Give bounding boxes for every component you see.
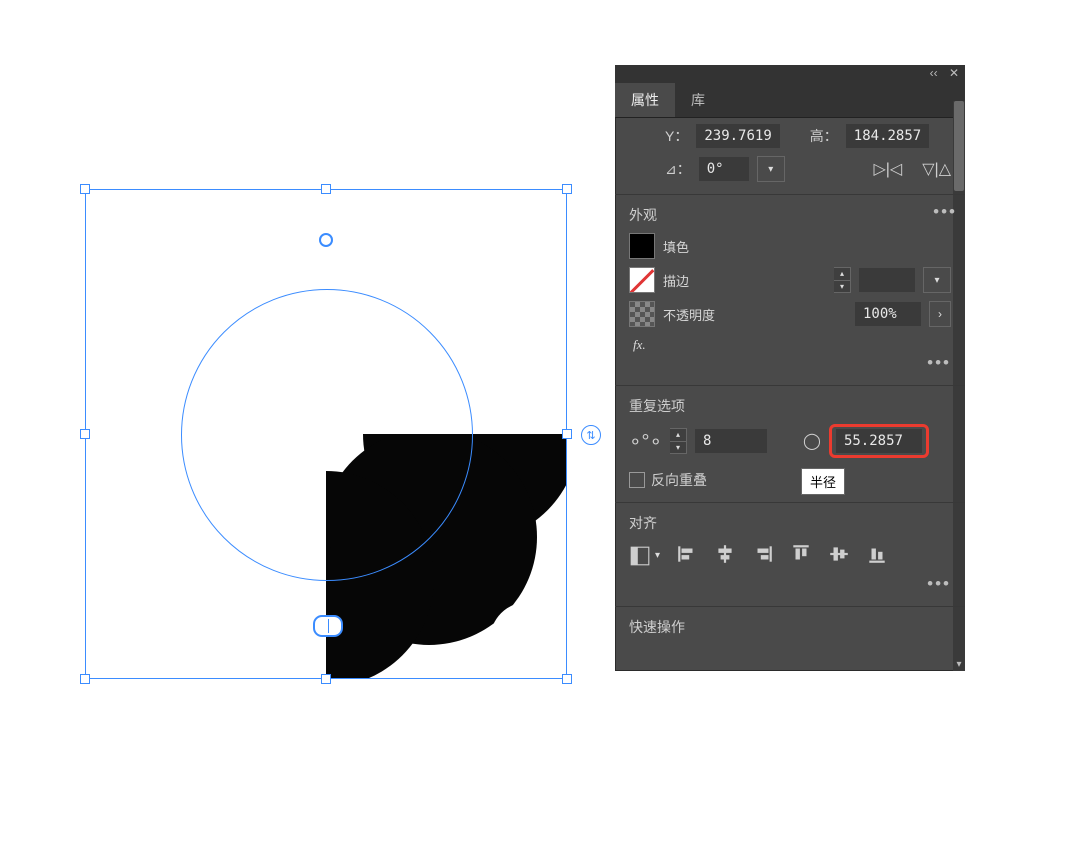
opacity-label: 不透明度: [663, 305, 715, 324]
align-vcenter-icon[interactable]: [828, 543, 850, 568]
properties-panel: ‹‹ ✕ 属性 库 ▾ Y： 239.7619 高： 184.2857 ⊿： 0…: [615, 65, 965, 671]
stroke-weight-input[interactable]: [859, 268, 915, 292]
resize-handle-t[interactable]: [321, 184, 331, 194]
resize-handle-b[interactable]: [321, 674, 331, 684]
resize-handle-tl[interactable]: [80, 184, 90, 194]
reverse-overlap-label: 反向重叠: [651, 470, 707, 490]
align-bottom-icon[interactable]: [866, 543, 888, 568]
align-left-icon[interactable]: [676, 543, 698, 568]
stroke-label: 描边: [663, 271, 689, 290]
align-to-dropdown[interactable]: ▾: [629, 545, 660, 567]
tab-library[interactable]: 库: [675, 83, 721, 117]
section-menu-transform-icon[interactable]: •••: [933, 202, 957, 222]
section-menu-appearance-icon[interactable]: •••: [629, 353, 951, 373]
resize-handle-r[interactable]: [562, 429, 572, 439]
angle-input[interactable]: 0°: [699, 157, 749, 181]
quick-actions-section-title: 快速操作: [629, 617, 951, 637]
repeat-count-spinner[interactable]: ▴▾: [670, 428, 687, 454]
repeat-split-handle[interactable]: [313, 615, 343, 637]
align-right-icon[interactable]: [752, 543, 774, 568]
fx-button[interactable]: fx.: [633, 337, 951, 353]
resize-handle-bl[interactable]: [80, 674, 90, 684]
opacity-input[interactable]: 100%: [855, 302, 921, 326]
panel-close-icon[interactable]: ✕: [949, 66, 959, 80]
panel-tabs: 属性 库: [615, 83, 965, 118]
radial-repeat-icon: ∘°∘: [629, 429, 662, 454]
section-menu-align-icon[interactable]: •••: [629, 574, 951, 594]
repeat-radius-input[interactable]: 55.2857: [836, 429, 922, 453]
resize-handle-br[interactable]: [562, 674, 572, 684]
side-rotator-widget[interactable]: ⇅: [581, 425, 601, 445]
height-input[interactable]: 184.2857: [846, 124, 929, 148]
resize-handle-l[interactable]: [80, 429, 90, 439]
repeat-anchor-top[interactable]: [319, 233, 333, 247]
radius-tooltip: 半径: [801, 468, 845, 495]
repeat-count-input[interactable]: 8: [695, 429, 767, 453]
y-label: Y：: [665, 126, 688, 146]
stroke-weight-spinner[interactable]: ▴▾: [834, 267, 851, 293]
opacity-swatch[interactable]: [629, 301, 655, 327]
height-label: 高：: [810, 126, 838, 146]
panel-title-strip: ‹‹ ✕: [615, 65, 965, 83]
angle-dropdown[interactable]: ▾: [757, 156, 785, 182]
flip-vertical-icon[interactable]: ▽|△: [922, 159, 951, 179]
y-input[interactable]: 239.7619: [696, 124, 779, 148]
radius-icon: ◯: [803, 431, 821, 451]
align-hcenter-icon[interactable]: [714, 543, 736, 568]
angle-label: ⊿：: [665, 159, 691, 179]
reverse-overlap-checkbox[interactable]: 反向重叠: [629, 470, 707, 490]
fill-label: 填色: [663, 237, 689, 256]
resize-handle-tr[interactable]: [562, 184, 572, 194]
stroke-swatch[interactable]: [629, 267, 655, 293]
stroke-weight-dropdown[interactable]: ▾: [923, 267, 951, 293]
opacity-popout-icon[interactable]: ›: [929, 301, 951, 327]
repeat-section-title: 重复选项: [629, 396, 951, 416]
tab-properties[interactable]: 属性: [615, 83, 675, 117]
radius-field-highlight: 55.2857: [829, 424, 929, 458]
align-top-icon[interactable]: [790, 543, 812, 568]
align-section-title: 对齐: [629, 513, 951, 533]
repeat-path-guide[interactable]: [181, 289, 473, 581]
appearance-section-title: 外观: [629, 205, 951, 225]
fill-swatch[interactable]: [629, 233, 655, 259]
panel-collapse-icon[interactable]: ‹‹: [930, 66, 938, 80]
flip-horizontal-icon[interactable]: ▷|◁: [873, 159, 902, 179]
artboard-selection[interactable]: ⇅: [85, 189, 567, 679]
